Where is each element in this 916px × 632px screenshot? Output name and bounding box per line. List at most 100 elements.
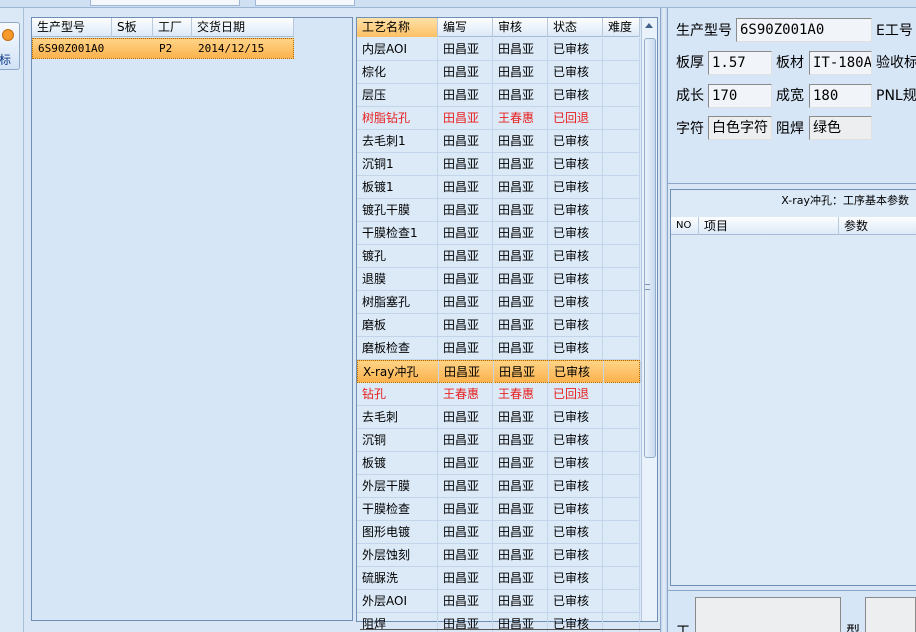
process-row[interactable]: 图形电镀 田昌亚 田昌亚 已审核	[357, 521, 640, 544]
process-row[interactable]: 层压 田昌亚 田昌亚 已审核	[357, 84, 640, 107]
scrollbar-thumb[interactable]	[644, 38, 656, 458]
process-cell-writer: 田昌亚	[438, 38, 493, 60]
order-factory-cell: P2	[159, 42, 173, 55]
model-field[interactable]: 6S90Z001A0	[736, 18, 872, 42]
process-cell-difficulty	[603, 567, 640, 589]
side-action-button[interactable]: 标	[0, 22, 20, 70]
process-row[interactable]: 树脂塞孔 田昌亚 田昌亚 已审核	[357, 291, 640, 314]
column-header-factory[interactable]: 工厂	[153, 18, 192, 37]
process-row[interactable]: 去毛刺 田昌亚 田昌亚 已审核	[357, 406, 640, 429]
process-cell-status: 已审核	[548, 130, 603, 152]
column-header-model[interactable]: 生产型号	[32, 18, 112, 37]
length-field[interactable]: 170	[708, 84, 772, 108]
process-cell-writer: 田昌亚	[438, 268, 493, 290]
process-cell-status: 已审核	[548, 337, 603, 359]
process-row[interactable]: 钻孔 王春惠 王春惠 已回退	[357, 383, 640, 406]
process-cell-writer: 田昌亚	[438, 222, 493, 244]
process-cell-writer: 田昌亚	[438, 498, 493, 520]
process-cell-status: 已审核	[548, 268, 603, 290]
scroll-up-icon[interactable]	[645, 23, 653, 28]
process-cell-difficulty	[603, 452, 640, 474]
process-row[interactable]: 板镀 田昌亚 田昌亚 已审核	[357, 452, 640, 475]
process-cell-reviewer: 田昌亚	[493, 291, 548, 313]
column-header-no[interactable]: NO	[671, 217, 699, 235]
process-row[interactable]: 磨板检查 田昌亚 田昌亚 已审核	[357, 337, 640, 360]
process-row[interactable]: 树脂钻孔 田昌亚 王春惠 已回退	[357, 107, 640, 130]
toolbar-tab-stub[interactable]	[90, 0, 240, 6]
e-label: E工号	[876, 23, 913, 39]
process-cell-name: 沉铜	[357, 429, 438, 451]
process-row[interactable]: 镀孔 田昌亚 田昌亚 已审核	[357, 245, 640, 268]
process-cell-difficulty	[603, 337, 640, 359]
column-header-param[interactable]: 参数	[839, 217, 916, 235]
column-header-difficulty[interactable]: 难度	[603, 18, 640, 37]
process-cell-difficulty	[603, 176, 640, 198]
process-row[interactable]: 板镀1 田昌亚 田昌亚 已审核	[357, 176, 640, 199]
process-cell-name: 去毛刺	[357, 406, 438, 428]
process-row[interactable]: 退膜 田昌亚 田昌亚 已审核	[357, 268, 640, 291]
order-row[interactable]: 6S90Z001A0 P2 2014/12/15	[32, 38, 294, 59]
process-row[interactable]: 硫脲洗 田昌亚 田昌亚 已审核	[357, 567, 640, 590]
process-cell-writer: 田昌亚	[438, 130, 493, 152]
process-row[interactable]: 外层干膜 田昌亚 田昌亚 已审核	[357, 475, 640, 498]
column-header-item[interactable]: 项目	[699, 217, 839, 235]
process-row[interactable]: 干膜检查1 田昌亚 田昌亚 已审核	[357, 222, 640, 245]
process-cell-reviewer: 田昌亚	[494, 361, 549, 383]
process-cell-name: 镀孔	[357, 245, 438, 267]
process-cell-name: 棕化	[357, 61, 438, 83]
process-row[interactable]: 沉铜 田昌亚 田昌亚 已审核	[357, 429, 640, 452]
process-cell-reviewer: 田昌亚	[493, 498, 548, 520]
process-cell-reviewer: 田昌亚	[493, 176, 548, 198]
process-cell-status: 已审核	[548, 291, 603, 313]
process-cell-reviewer: 田昌亚	[493, 199, 548, 221]
process-cell-status: 已审核	[548, 498, 603, 520]
process-row[interactable]: X-ray冲孔 田昌亚 田昌亚 已审核	[357, 360, 641, 383]
column-header-process-name[interactable]: 工艺名称	[357, 18, 438, 37]
process-cell-status: 已审核	[548, 406, 603, 428]
process-cell-reviewer: 田昌亚	[493, 337, 548, 359]
process-row[interactable]: 干膜检查 田昌亚 田昌亚 已审核	[357, 498, 640, 521]
order-delivery-date-cell: 2014/12/15	[198, 42, 265, 55]
bottom-textarea[interactable]	[695, 597, 841, 632]
column-header-writer[interactable]: 编写	[438, 18, 493, 37]
process-cell-reviewer: 田昌亚	[493, 130, 548, 152]
process-cell-status: 已审核	[548, 222, 603, 244]
process-row[interactable]: 去毛刺1 田昌亚 田昌亚 已审核	[357, 130, 640, 153]
process-cell-writer: 田昌亚	[438, 84, 493, 106]
process-row[interactable]: 外层蚀刻 田昌亚 田昌亚 已审核	[357, 544, 640, 567]
process-row[interactable]: 镀孔干膜 田昌亚 田昌亚 已审核	[357, 199, 640, 222]
order-s-board-cell	[113, 39, 154, 58]
process-grid-scrollbar[interactable]	[641, 18, 657, 621]
process-cell-reviewer: 田昌亚	[493, 38, 548, 60]
process-cell-writer: 田昌亚	[438, 107, 493, 129]
process-row[interactable]: 棕化 田昌亚 田昌亚 已审核	[357, 61, 640, 84]
process-cell-reviewer: 田昌亚	[493, 521, 548, 543]
mask-field[interactable]: 绿色	[809, 116, 872, 140]
process-row[interactable]: 沉铜1 田昌亚 田昌亚 已审核	[357, 153, 640, 176]
process-row[interactable]: 磨板 田昌亚 田昌亚 已审核	[357, 314, 640, 337]
mask-label: 阻焊	[776, 121, 804, 137]
param-panel: X-ray冲孔：工序基本参数 NO 项目 参数	[670, 189, 916, 586]
toolbar-tab-stub[interactable]	[255, 0, 355, 6]
splitter[interactable]	[660, 8, 668, 632]
column-header-s-board[interactable]: S板	[112, 18, 153, 37]
process-cell-reviewer: 田昌亚	[493, 314, 548, 336]
process-cell-difficulty	[603, 383, 640, 405]
process-cell-writer: 田昌亚	[438, 291, 493, 313]
column-header-status[interactable]: 状态	[548, 18, 603, 37]
bottom-label-left: 工	[676, 624, 690, 632]
process-cell-name: 外层AOI	[357, 590, 438, 612]
process-row[interactable]: 外层AOI 田昌亚 田昌亚 已审核	[357, 590, 640, 613]
char-field[interactable]: 白色字符	[708, 116, 772, 140]
scroll-grip-icon	[645, 284, 650, 290]
thickness-field[interactable]: 1.57	[708, 51, 772, 75]
bottom-textarea-right[interactable]	[865, 597, 916, 632]
width-field[interactable]: 180	[809, 84, 872, 108]
process-row[interactable]: 内层AOI 田昌亚 田昌亚 已审核	[357, 38, 640, 61]
column-header-delivery-date[interactable]: 交货日期	[192, 18, 294, 37]
process-cell-status: 已审核	[548, 61, 603, 83]
material-field[interactable]: IT-180A	[809, 51, 872, 75]
side-action-label: 标	[0, 53, 12, 67]
process-cell-writer: 田昌亚	[438, 521, 493, 543]
column-header-reviewer[interactable]: 审核	[493, 18, 548, 37]
